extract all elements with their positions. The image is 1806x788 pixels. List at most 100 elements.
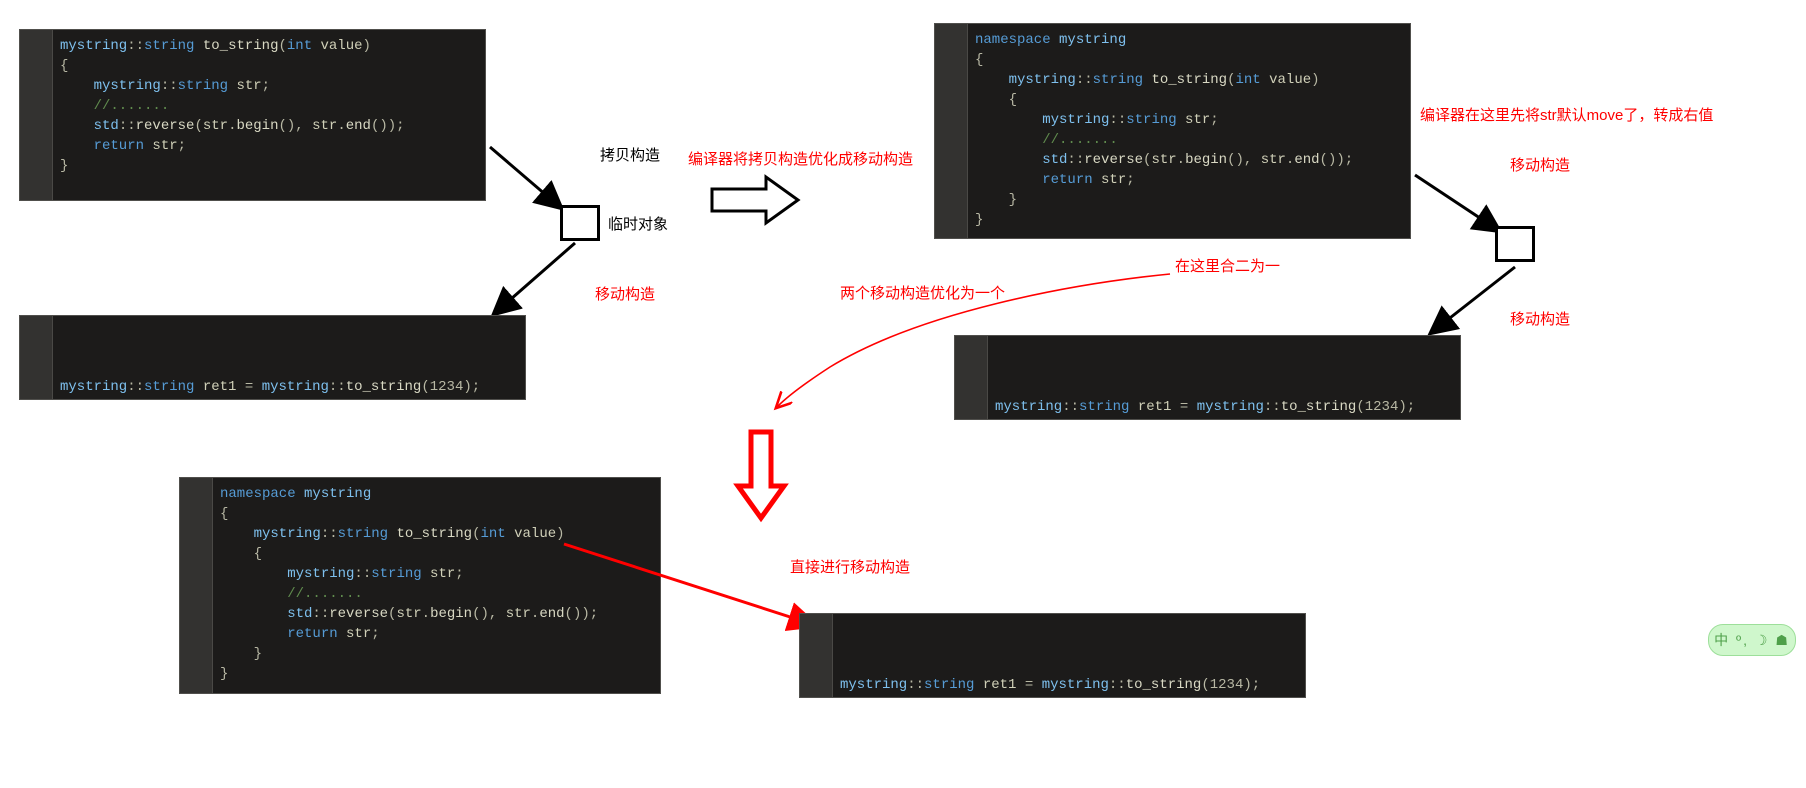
- code-line: namespace mystring: [220, 484, 650, 504]
- code-token: }: [975, 212, 983, 228]
- code-token: to_string: [1281, 399, 1357, 415]
- code-token: (: [472, 526, 480, 542]
- code-token: ::: [127, 38, 144, 54]
- label-copy-construct: 拷贝构造: [600, 144, 660, 165]
- code-line: mystring::string to_string(int value): [60, 36, 475, 56]
- code-token: ::: [1109, 677, 1126, 693]
- code-token: str: [1151, 152, 1176, 168]
- code-token: (: [278, 38, 286, 54]
- code-line: return str;: [975, 170, 1400, 190]
- code-token: int: [481, 526, 506, 542]
- code-token: mystring: [220, 566, 354, 582]
- code-token: str: [1261, 152, 1286, 168]
- code-token: ());: [1320, 152, 1354, 168]
- code-block-top-right: namespace mystring{ mystring::string to_…: [935, 24, 1410, 238]
- code-token: reverse: [136, 118, 195, 134]
- code-token: mystring: [975, 72, 1076, 88]
- code-token: string: [144, 38, 194, 54]
- label-two-to-one: 两个移动构造优化为一个: [840, 282, 1005, 303]
- code-token: ::: [329, 379, 346, 395]
- code-line: {: [220, 504, 650, 524]
- code-token: [194, 38, 202, 54]
- code-token: string: [338, 526, 388, 542]
- code-line: }: [220, 644, 650, 664]
- code-token: {: [975, 52, 983, 68]
- code-token: ::: [1076, 72, 1093, 88]
- code-token: ret1: [194, 379, 236, 395]
- code-token: //.......: [220, 586, 363, 602]
- code-token: value: [1261, 72, 1311, 88]
- code-token: ;: [371, 626, 379, 642]
- ime-indicator[interactable]: 中 º, ☽ ☗: [1708, 624, 1796, 656]
- code-token: int: [1236, 72, 1261, 88]
- code-token: mystring: [975, 112, 1109, 128]
- code-token: ::: [161, 78, 178, 94]
- code-token: mystring: [60, 379, 127, 395]
- code-token: ;: [455, 566, 463, 582]
- code-line: mystring::string str;: [975, 110, 1400, 130]
- code-token: begin: [1185, 152, 1227, 168]
- code-token: mystring: [1042, 677, 1109, 693]
- code-token: str: [506, 606, 531, 622]
- code-token: value: [506, 526, 556, 542]
- code-token: );: [1398, 399, 1415, 415]
- code-token: ::: [907, 677, 924, 693]
- code-token: (),: [472, 606, 506, 622]
- code-token: (: [1356, 399, 1364, 415]
- code-token: string: [1126, 112, 1176, 128]
- code-token: ): [1311, 72, 1319, 88]
- code-token: string: [371, 566, 421, 582]
- code-token: ::: [1109, 112, 1126, 128]
- code-gutter: [180, 478, 213, 693]
- code-token: value: [312, 38, 362, 54]
- code-token: to_string: [396, 526, 472, 542]
- code-line: namespace mystring: [975, 30, 1400, 50]
- code-body: namespace mystring{ mystring::string to_…: [935, 24, 1410, 238]
- code-token: }: [220, 646, 262, 662]
- code-token: std: [220, 606, 312, 622]
- code-token: );: [1243, 677, 1260, 693]
- code-token: .: [337, 118, 345, 134]
- code-token: str: [1177, 112, 1211, 128]
- code-line: std::reverse(str.begin(), str.end());: [60, 116, 475, 136]
- code-token: {: [60, 58, 68, 74]
- code-token: return: [975, 172, 1093, 188]
- label-default-move: 编译器在这里先将str默认move了，转成右值: [1420, 104, 1713, 125]
- code-token: mystring: [262, 379, 329, 395]
- code-line: {: [60, 56, 475, 76]
- big-arrow-down: [736, 430, 786, 520]
- code-token: begin: [430, 606, 472, 622]
- code-token: std: [60, 118, 119, 134]
- diagram-canvas: mystring::string to_string(int value){ m…: [0, 0, 1806, 788]
- arrow-direct-move: [560, 540, 840, 640]
- code-token: ::: [127, 379, 144, 395]
- code-token: (),: [1227, 152, 1261, 168]
- code-token: str: [144, 138, 178, 154]
- code-line: }: [60, 156, 475, 176]
- code-token: mystring: [296, 486, 372, 502]
- code-token: ::: [1067, 152, 1084, 168]
- code-token: return: [60, 138, 144, 154]
- code-line: }: [975, 210, 1400, 230]
- code-token: namespace: [220, 486, 296, 502]
- code-token: str: [396, 606, 421, 622]
- code-token: ;: [1210, 112, 1218, 128]
- code-line: {: [975, 90, 1400, 110]
- code-line: //.......: [60, 96, 475, 116]
- code-token: ret1: [974, 677, 1016, 693]
- code-line: mystring::string ret1 = mystring::to_str…: [60, 377, 525, 397]
- code-token: .: [422, 606, 430, 622]
- code-token: .: [1177, 152, 1185, 168]
- temp-object-box-right: [1495, 226, 1535, 262]
- code-token: //.......: [60, 98, 169, 114]
- code-token: int: [287, 38, 312, 54]
- code-token: mystring: [1197, 399, 1264, 415]
- code-token: ::: [119, 118, 136, 134]
- code-token: str: [203, 118, 228, 134]
- code-token: ;: [1126, 172, 1134, 188]
- code-token: str: [1093, 172, 1127, 188]
- code-token: mystring: [220, 526, 321, 542]
- code-token: 1234: [1365, 399, 1399, 415]
- code-body: mystring::string to_string(int value){ m…: [20, 30, 485, 184]
- code-token: string: [924, 677, 974, 693]
